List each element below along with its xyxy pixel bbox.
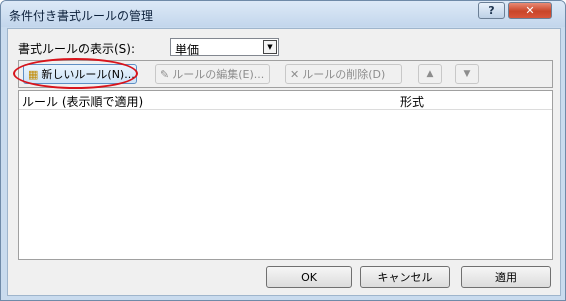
close-icon: ✕ [525, 4, 535, 17]
new-rule-icon: ▦ [28, 67, 39, 81]
show-rules-value: 単価 [175, 43, 200, 57]
cancel-button[interactable]: キャンセル [360, 266, 450, 288]
move-up-button[interactable]: ▲ [418, 64, 442, 84]
show-rules-label: 書式ルールの表示(S): [18, 42, 136, 56]
rules-list[interactable]: ルール (表示順で適用) 形式 [18, 90, 553, 260]
new-rule-label: 新しいルール(N)... [41, 68, 135, 81]
delete-icon: ✕ [290, 67, 300, 81]
new-rule-button[interactable]: ▦ 新しいルール(N)... [23, 64, 137, 84]
title-bar: 条件付き書式ルールの管理 ? ✕ [1, 1, 565, 27]
dialog-body: 書式ルールの表示(S): 単価 ▼ ▦ 新しいルール(N)... ✎ ルールの編… [7, 28, 561, 296]
arrow-up-icon: ▲ [426, 69, 434, 79]
apply-button[interactable]: 適用 [461, 266, 551, 288]
ok-button[interactable]: OK [266, 266, 352, 288]
help-button[interactable]: ? [478, 2, 505, 19]
show-rules-select[interactable]: 単価 ▼ [170, 38, 279, 57]
window-title: 条件付き書式ルールの管理 [9, 9, 154, 23]
edit-rule-button[interactable]: ✎ ルールの編集(E)... [155, 64, 270, 84]
column-header-rule[interactable]: ルール (表示順で適用) [22, 93, 143, 110]
move-down-button[interactable]: ▼ [455, 64, 479, 84]
rule-toolbar: ▦ 新しいルール(N)... ✎ ルールの編集(E)... ✕ ルールの削除(D… [18, 60, 553, 88]
close-button[interactable]: ✕ [508, 2, 552, 19]
chevron-down-icon[interactable]: ▼ [263, 40, 277, 54]
column-header-format[interactable]: 形式 [400, 93, 424, 110]
edit-rule-label: ルールの編集(E)... [172, 68, 265, 81]
edit-rule-icon: ✎ [160, 67, 170, 81]
dialog-window: 条件付き書式ルールの管理 ? ✕ 書式ルールの表示(S): 単価 ▼ ▦ 新しい… [0, 0, 566, 301]
delete-rule-label: ルールの削除(D) [302, 68, 386, 81]
help-icon: ? [488, 4, 495, 17]
arrow-down-icon: ▼ [463, 69, 471, 79]
rules-list-header: ルール (表示順で適用) 形式 [19, 91, 552, 110]
delete-rule-button[interactable]: ✕ ルールの削除(D) [285, 64, 402, 84]
